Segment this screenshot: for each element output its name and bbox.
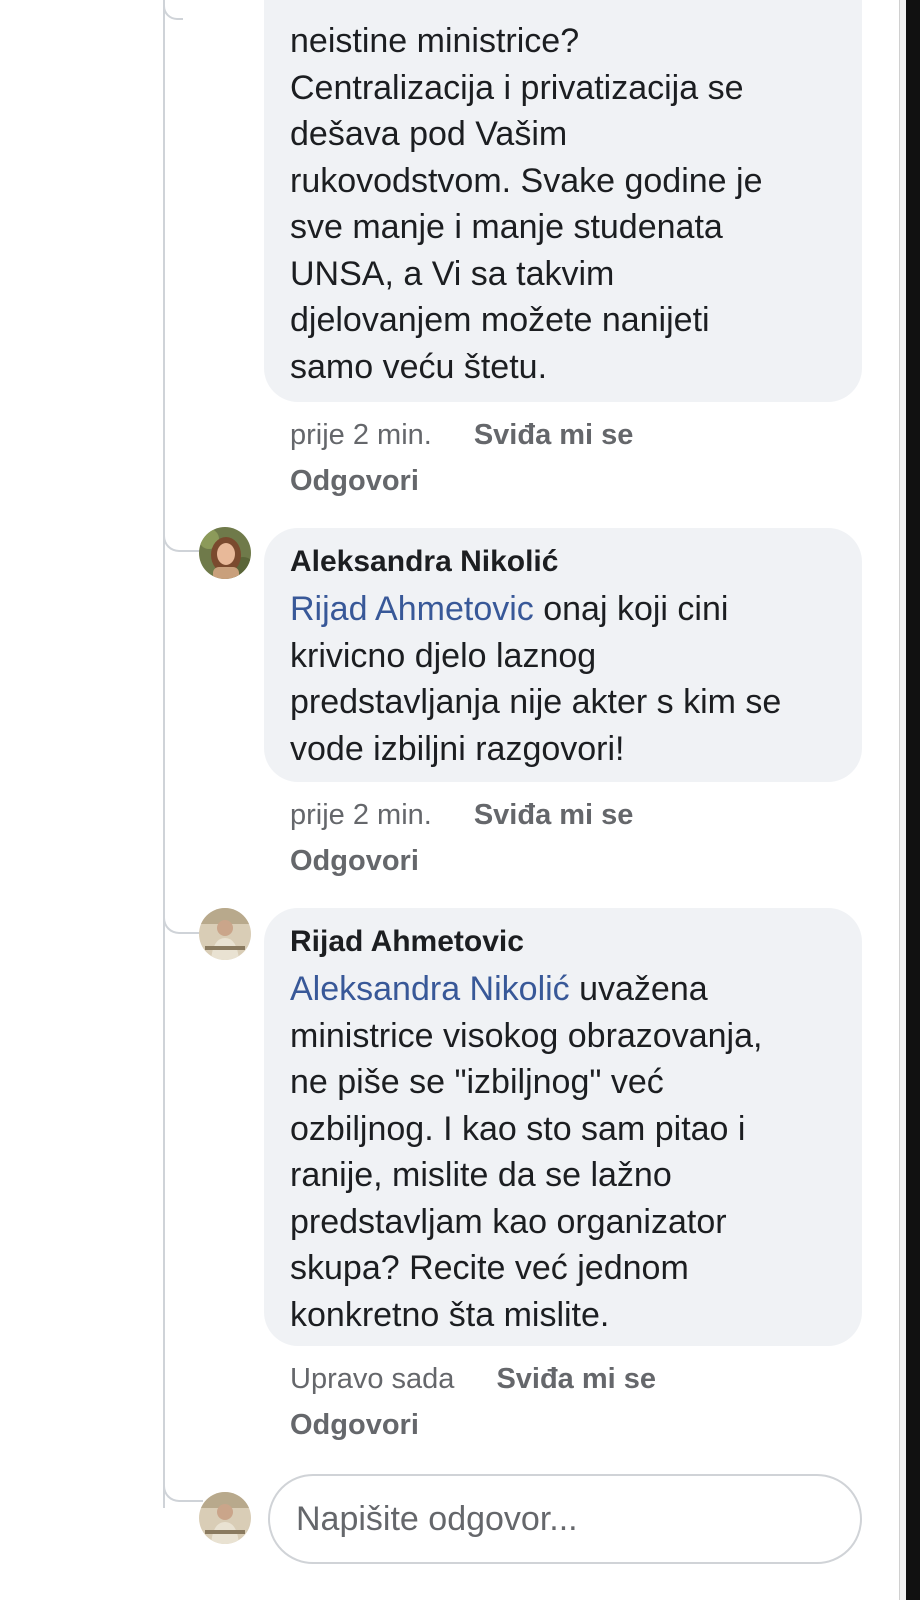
comment-actions: prije 2 min. Sviđa mi se Odgovori	[290, 792, 633, 884]
thread-connector	[163, 912, 203, 934]
profile-photo-man-icon	[199, 908, 251, 960]
comment-bubble: Aleksandra Nikolić Rijad Ahmetovic onaj …	[264, 528, 862, 782]
comment-text: Aleksandra Nikolić uvažena ministrice vi…	[290, 966, 838, 1338]
mention-link[interactable]: Rijad Ahmetovic	[290, 590, 534, 628]
reply-input[interactable]: Napišite odgovor...	[268, 1474, 862, 1564]
like-button[interactable]: Sviđa mi se	[496, 1363, 656, 1395]
comment-author[interactable]: Aleksandra Nikolić	[290, 542, 838, 582]
comment-bubble: neistine ministrice? Centralizacija i pr…	[264, 0, 862, 402]
profile-photo-woman-icon	[199, 527, 251, 579]
avatar[interactable]	[199, 527, 251, 579]
comment-actions: prije 2 min. Sviđa mi se Odgovori	[290, 412, 633, 504]
comment-text: neistine ministrice? Centralizacija i pr…	[290, 22, 763, 386]
thread-connector-top	[163, 0, 183, 20]
reply-button[interactable]: Odgovori	[290, 1402, 656, 1448]
like-button[interactable]: Sviđa mi se	[474, 419, 634, 451]
thread-line	[163, 0, 165, 1508]
comment-message: uvažena ministrice visokog obrazovanja, …	[290, 970, 763, 1334]
thread-connector	[163, 1480, 203, 1502]
reply-button[interactable]: Odgovori	[290, 458, 633, 504]
comment-timestamp: prije 2 min.	[290, 799, 432, 831]
comment-text: Rijad Ahmetovic onaj koji cini krivicno …	[290, 586, 838, 772]
comment-actions: Upravo sada Sviđa mi se Odgovori	[290, 1356, 656, 1448]
reply-placeholder: Napišite odgovor...	[296, 1500, 578, 1538]
like-button[interactable]: Sviđa mi se	[474, 799, 634, 831]
comment-bubble: Rijad Ahmetovic Aleksandra Nikolić uvaže…	[264, 908, 862, 1346]
avatar[interactable]	[199, 908, 251, 960]
avatar	[199, 1492, 251, 1544]
reply-button[interactable]: Odgovori	[290, 838, 633, 884]
mention-link[interactable]: Aleksandra Nikolić	[290, 970, 570, 1008]
thread-connector	[163, 530, 203, 552]
comment-timestamp: prije 2 min.	[290, 419, 432, 451]
screen-edge	[906, 0, 920, 1600]
profile-photo-man-icon	[199, 1492, 251, 1544]
scrollbar[interactable]	[899, 0, 906, 1600]
comment-timestamp: Upravo sada	[290, 1363, 455, 1395]
comment-author[interactable]: Rijad Ahmetovic	[290, 922, 838, 962]
